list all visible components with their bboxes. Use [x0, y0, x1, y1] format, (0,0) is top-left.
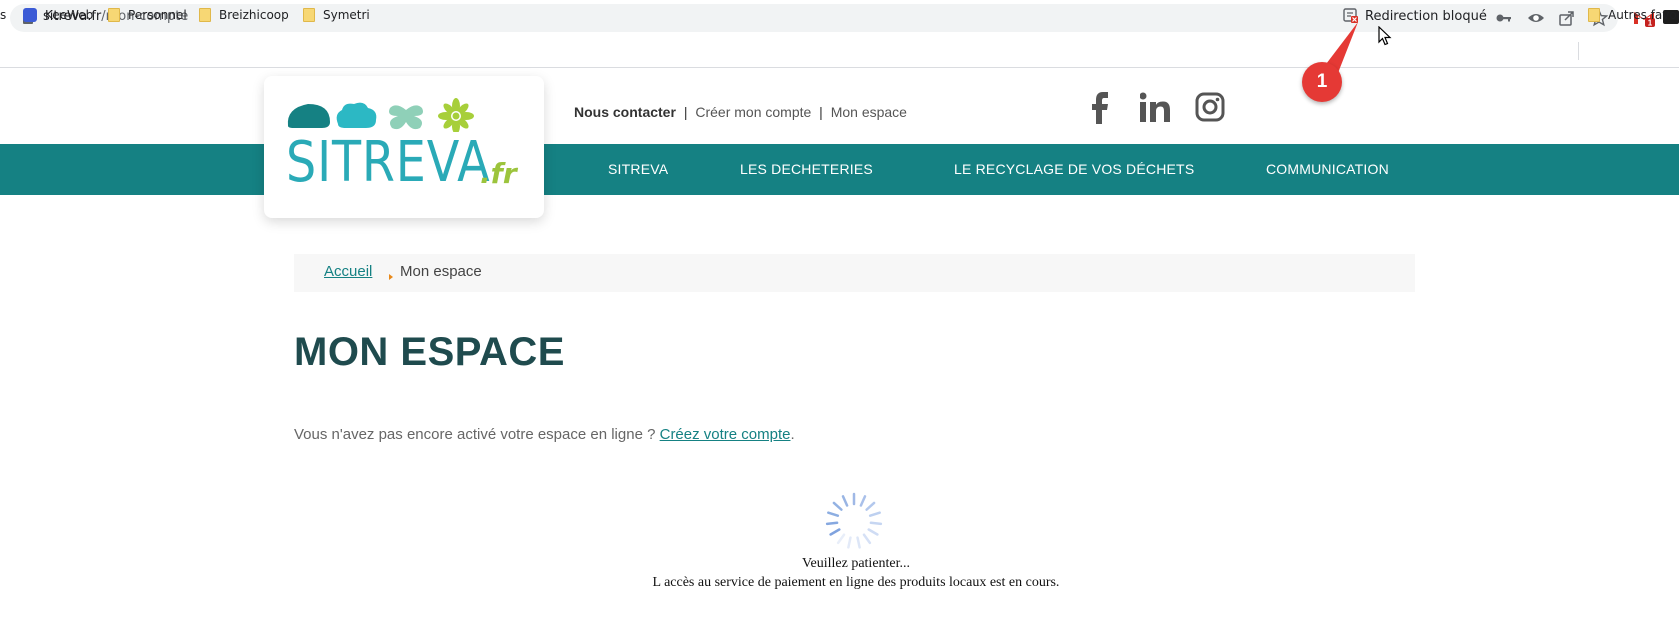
access-message: L accès au service de paiement en ligne … — [652, 575, 1060, 590]
logo-suffix: .fr — [480, 157, 517, 190]
bookmark-personnel[interactable]: Personnel — [108, 8, 187, 22]
loading-spinner-icon — [825, 492, 883, 549]
bookmark-label: Breizhicoop — [219, 8, 289, 22]
folder-icon — [303, 8, 315, 22]
bookmark-symetri[interactable]: Symetri — [303, 8, 370, 22]
link-my-space[interactable]: Mon espace — [831, 104, 907, 120]
intro-text: Vous n'avez pas encore activé votre espa… — [294, 426, 795, 443]
wait-message: Veuillez patienter... — [801, 556, 911, 571]
nav-item-decheteries[interactable]: LES DECHETERIES — [740, 161, 873, 177]
share-icon[interactable] — [1558, 9, 1576, 27]
mouse-cursor-icon — [1378, 26, 1392, 46]
annotation-badge: 1 — [1302, 62, 1342, 102]
facebook-icon[interactable] — [1092, 92, 1110, 124]
bookmark-breizhicoop[interactable]: Breizhicoop — [199, 8, 289, 22]
redirect-blocked-label: Redirection bloqué — [1365, 8, 1487, 24]
bookmarks-divider — [1578, 42, 1579, 60]
link-separator: | — [819, 104, 823, 120]
nav-item-sitreva[interactable]: SITREVA — [608, 161, 668, 177]
linkedin-icon[interactable] — [1140, 92, 1170, 122]
bookmark-label: Personnel — [128, 8, 187, 22]
intro-message: Vous n'avez pas encore activé votre espa… — [294, 426, 660, 443]
bookmarks-bar — [0, 36, 1679, 68]
folder-icon — [1588, 8, 1600, 22]
nav-item-recyclage[interactable]: LE RECYCLAGE DE VOS DÉCHETS — [954, 161, 1194, 177]
bookmark-other-favorites[interactable]: Autres favoris — [1588, 8, 1679, 22]
bookmark-label: KeeWeb — [45, 8, 94, 22]
link-contact[interactable]: Nous contacter — [574, 104, 676, 120]
create-account-link[interactable]: Créez votre compte — [660, 426, 791, 443]
logo-wordmark: SITREVA — [286, 130, 491, 195]
link-separator: | — [683, 104, 688, 120]
keeweb-icon — [23, 8, 37, 22]
link-create-account[interactable]: Créer mon compte — [695, 104, 811, 120]
breadcrumb-arrow-icon — [389, 274, 393, 280]
instagram-icon[interactable] — [1195, 92, 1225, 122]
bookmark-label: Symetri — [323, 8, 370, 22]
nav-item-communication[interactable]: COMMUNICATION — [1266, 161, 1389, 177]
intro-end: . — [790, 426, 795, 443]
top-links: Nous contacter | Créer mon compte | Mon … — [574, 104, 907, 120]
breadcrumb-home-link[interactable]: Accueil — [324, 263, 372, 280]
folder-icon — [108, 8, 120, 22]
bookmark-keeweb[interactable]: KeeWeb — [23, 8, 93, 22]
key-icon[interactable] — [1495, 9, 1513, 27]
breadcrumb-current: Mon espace — [400, 263, 482, 280]
bookmark-label: s — [0, 8, 7, 22]
logo-shapes-icon — [287, 98, 474, 132]
redirect-blocked-indicator[interactable]: Redirection bloqué — [1343, 8, 1487, 24]
folder-icon — [199, 8, 211, 22]
bookmark-label: Autres favoris — [1608, 8, 1679, 22]
page-title: MON ESPACE — [294, 330, 565, 374]
bookmark-partial[interactable]: s — [0, 8, 6, 22]
eye-icon[interactable] — [1527, 9, 1545, 27]
